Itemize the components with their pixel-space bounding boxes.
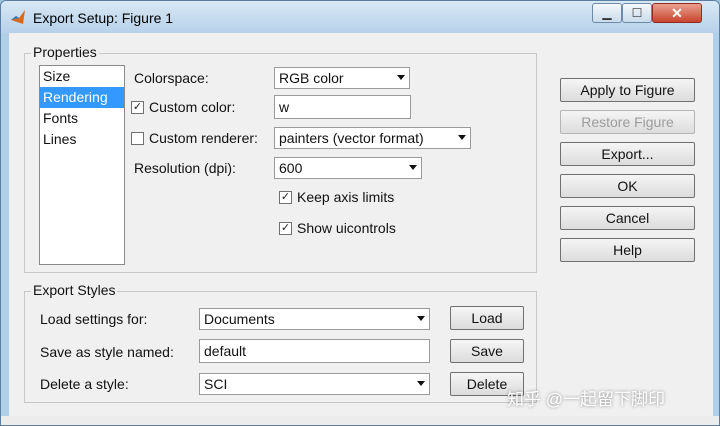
custom-renderer-value: painters (vector format) xyxy=(279,130,424,146)
keep-axis-limits-label: Keep axis limits xyxy=(297,189,395,205)
chevron-down-icon xyxy=(458,135,466,140)
ok-button[interactable]: OK xyxy=(560,174,695,198)
list-item-fonts[interactable]: Fonts xyxy=(40,108,124,129)
save-button[interactable]: Save xyxy=(450,339,524,363)
export-setup-window: Export Setup: Figure 1 ▁ ☐ ✕ Properties … xyxy=(0,0,720,426)
checkmark-icon: ✓ xyxy=(132,101,143,113)
minimize-icon: ▁ xyxy=(602,6,612,20)
keep-axis-limits-checkbox[interactable]: ✓ xyxy=(279,191,292,204)
colorspace-value: RGB color xyxy=(279,70,344,86)
maximize-button[interactable]: ☐ xyxy=(622,3,652,23)
show-uicontrols-checkbox[interactable]: ✓ xyxy=(279,222,292,235)
resolution-label: Resolution (dpi): xyxy=(134,160,236,176)
delete-style-select[interactable]: SCI xyxy=(199,373,430,395)
custom-color-label: Custom color: xyxy=(149,99,236,115)
custom-color-input[interactable]: w xyxy=(274,95,411,119)
window-title: Export Setup: Figure 1 xyxy=(33,10,174,26)
resolution-select[interactable]: 600 xyxy=(274,157,422,179)
matlab-icon xyxy=(11,10,25,24)
cancel-button[interactable]: Cancel xyxy=(560,206,695,230)
load-button[interactable]: Load xyxy=(450,306,524,330)
close-button[interactable]: ✕ xyxy=(652,3,702,23)
list-item-size[interactable]: Size xyxy=(40,66,124,87)
checkmark-icon: ✓ xyxy=(280,191,291,203)
custom-renderer-label: Custom renderer: xyxy=(149,130,258,146)
load-settings-label: Load settings for: xyxy=(40,311,148,327)
restore-figure-button[interactable]: Restore Figure xyxy=(560,110,695,134)
watermark-text: 知乎 @一起留下脚印 xyxy=(507,390,665,409)
list-item-rendering[interactable]: Rendering xyxy=(40,87,124,108)
export-button[interactable]: Export... xyxy=(560,142,695,166)
delete-style-value: SCI xyxy=(204,376,228,392)
colorspace-label: Colorspace: xyxy=(134,70,209,86)
list-item-lines[interactable]: Lines xyxy=(40,129,124,150)
help-button[interactable]: Help xyxy=(560,238,695,262)
apply-to-figure-button[interactable]: Apply to Figure xyxy=(560,78,695,102)
delete-style-label: Delete a style: xyxy=(40,376,129,392)
chevron-down-icon xyxy=(417,381,425,386)
export-styles-legend: Export Styles xyxy=(31,282,118,298)
background-strip xyxy=(1,416,719,425)
checkmark-icon: ✓ xyxy=(280,222,291,234)
chevron-down-icon xyxy=(409,165,417,170)
save-style-label: Save as style named: xyxy=(40,344,174,360)
custom-color-checkbox[interactable]: ✓ xyxy=(131,101,144,114)
resolution-value: 600 xyxy=(279,160,303,176)
load-settings-select[interactable]: Documents xyxy=(199,308,430,330)
property-list[interactable]: Size Rendering Fonts Lines xyxy=(39,65,125,265)
load-settings-value: Documents xyxy=(204,311,275,327)
save-style-input[interactable]: default xyxy=(199,339,430,363)
colorspace-select[interactable]: RGB color xyxy=(274,67,410,89)
close-icon: ✕ xyxy=(671,4,683,21)
minimize-button[interactable]: ▁ xyxy=(592,3,622,23)
maximize-icon: ☐ xyxy=(631,6,643,20)
chevron-down-icon xyxy=(417,316,425,321)
properties-legend: Properties xyxy=(31,44,99,60)
show-uicontrols-label: Show uicontrols xyxy=(297,220,396,236)
title-bar: Export Setup: Figure 1 ▁ ☐ ✕ xyxy=(1,1,719,33)
dialog-body: Properties Size Rendering Fonts Lines Co… xyxy=(9,33,713,425)
chevron-down-icon xyxy=(397,75,405,80)
custom-renderer-select[interactable]: painters (vector format) xyxy=(274,127,471,149)
custom-renderer-checkbox[interactable] xyxy=(131,132,144,145)
